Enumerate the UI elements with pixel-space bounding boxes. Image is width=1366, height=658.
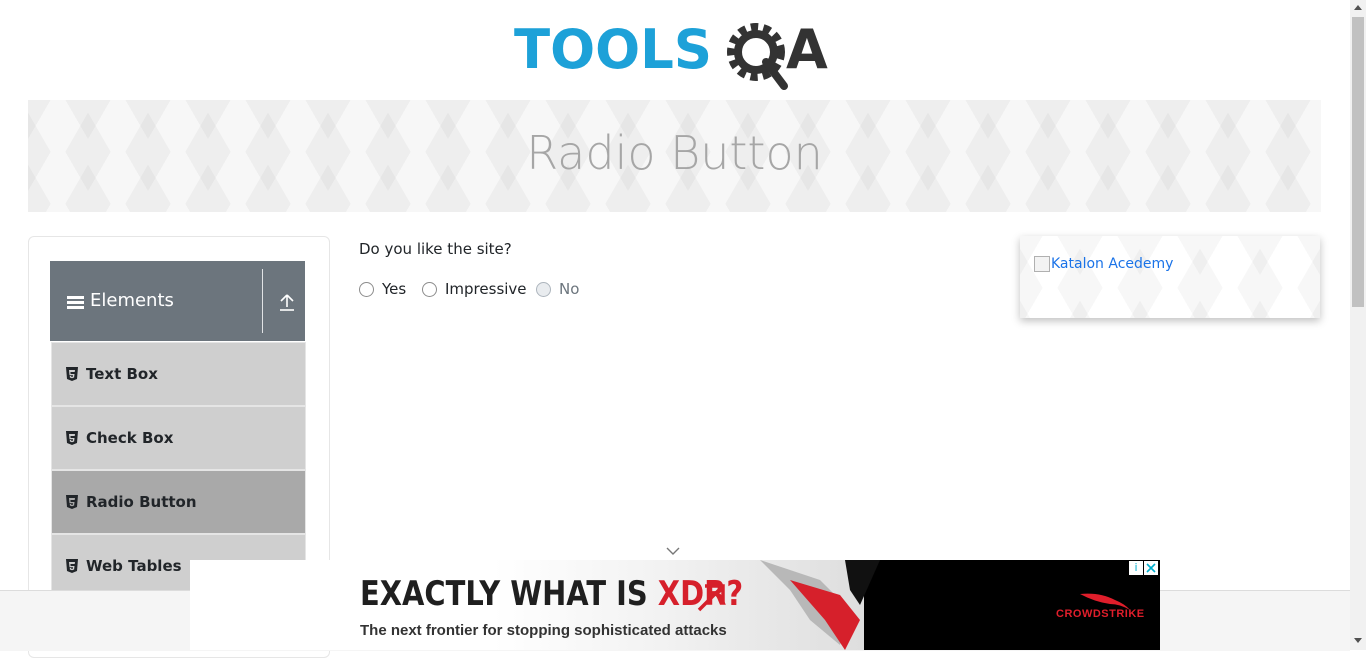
logo-text-a: A: [786, 18, 828, 81]
scroll-down-arrow-icon[interactable]: [1354, 638, 1362, 643]
toolsqa-logo[interactable]: TOOLS A: [514, 16, 840, 92]
radio-label: No: [559, 280, 580, 298]
html5-icon: [66, 367, 78, 381]
ad-subtext: The next frontier for stopping sophistic…: [360, 622, 727, 639]
crowdstrike-falcon-icon: [1080, 593, 1130, 610]
html5-icon: [66, 431, 78, 445]
page-banner: Radio Button: [28, 100, 1321, 212]
arrow-up-right-icon: [697, 584, 725, 612]
gear-icon: [727, 23, 788, 90]
footer-ad-banner[interactable]: EXACTLY WHAT IS XDR? The next frontier f…: [190, 560, 1160, 650]
broken-image-icon: [1034, 256, 1050, 272]
sidebar-item-text-box[interactable]: Text Box: [51, 342, 306, 406]
logo-text-tools: TOOLS: [514, 18, 712, 81]
radio-label[interactable]: Impressive: [445, 280, 527, 298]
sidebar-item-label: Web Tables: [86, 557, 182, 575]
sidebar-item-label: Check Box: [86, 429, 174, 447]
radio-circle[interactable]: [422, 281, 437, 297]
ad-headline-text: EXACTLY WHAT IS: [360, 574, 658, 614]
radio-circle: [536, 281, 551, 297]
header-divider: [262, 269, 263, 333]
sidebar-item-label: Radio Button: [86, 493, 197, 511]
radio-question: Do you like the site?: [359, 240, 512, 258]
scroll-up-arrow-icon[interactable]: [1354, 5, 1362, 10]
radio-impressive[interactable]: Impressive: [422, 280, 527, 298]
radio-label[interactable]: Yes: [382, 280, 406, 298]
katalon-ad-link[interactable]: Katalon Acedemy: [1034, 256, 1173, 272]
close-icon[interactable]: [1144, 561, 1158, 575]
sidebar-group-elements[interactable]: Elements: [50, 261, 305, 341]
broken-image-alt[interactable]: Katalon Acedemy: [1051, 256, 1173, 272]
radio-circle[interactable]: [359, 281, 374, 297]
hamburger-icon: [67, 296, 84, 309]
scrollbar-thumb[interactable]: [1352, 17, 1364, 307]
html5-icon: [66, 559, 78, 573]
html5-icon: [66, 495, 78, 509]
info-icon[interactable]: i: [1129, 561, 1143, 575]
radio-yes[interactable]: Yes: [359, 280, 406, 298]
sidebar-item-radio-button[interactable]: Radio Button: [51, 470, 306, 534]
ad-brand: CROWDSTRIKE: [1056, 608, 1145, 620]
wings-graphic: [760, 560, 880, 650]
sidebar-item-check-box[interactable]: Check Box: [51, 406, 306, 470]
sidebar-item-label: Text Box: [86, 365, 158, 383]
radio-no: No: [536, 280, 579, 298]
right-ad-box: Katalon Acedemy: [1020, 236, 1320, 318]
upload-icon[interactable]: [279, 292, 295, 312]
page-title: Radio Button: [526, 126, 823, 180]
page-scrollbar[interactable]: [1350, 0, 1366, 650]
sidebar-group-label: Elements: [90, 290, 174, 311]
chevron-down-icon[interactable]: [665, 546, 681, 556]
ad-headline[interactable]: EXACTLY WHAT IS XDR?: [360, 574, 743, 614]
